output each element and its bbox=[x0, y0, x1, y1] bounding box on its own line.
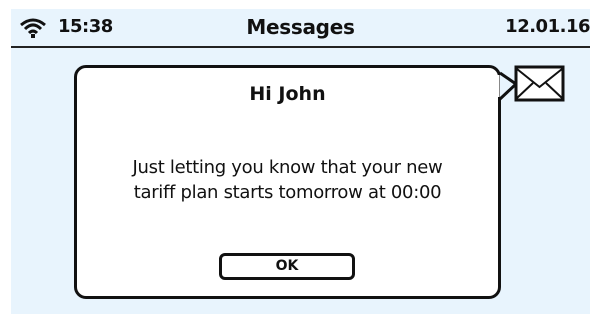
dialog-message-line: tariff plan starts tomorrow at 00:00 bbox=[133, 182, 442, 203]
status-divider bbox=[11, 46, 590, 48]
message-dialog: Hi John Just letting you know that your … bbox=[74, 65, 501, 299]
dialog-message: Just letting you know that your new tari… bbox=[77, 155, 498, 205]
status-bar: 15:38 Messages 12.01.16 bbox=[11, 9, 590, 45]
page-title: Messages bbox=[246, 15, 355, 39]
envelope-icon bbox=[497, 65, 565, 102]
dialog-heading: Hi John bbox=[249, 83, 326, 105]
status-date: 12.01.16 bbox=[505, 16, 590, 37]
dialog-message-line: Just letting you know that your new bbox=[132, 157, 443, 178]
ok-button[interactable]: OK bbox=[219, 253, 355, 280]
device-screen: 15:38 Messages 12.01.16 Hi John Just let… bbox=[11, 9, 590, 314]
